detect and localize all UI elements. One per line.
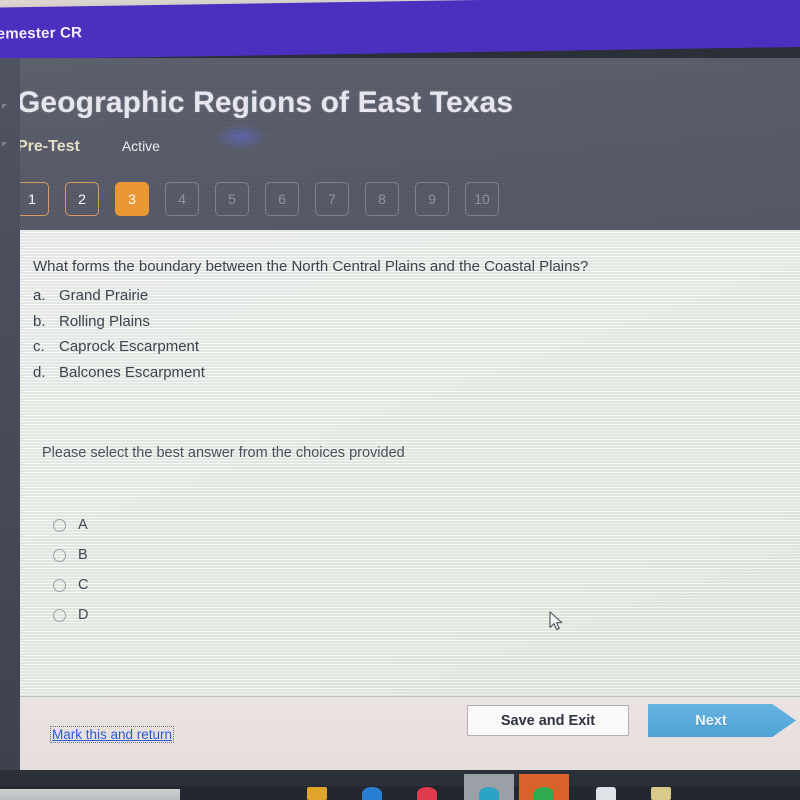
answer-choice-label: D [78, 607, 89, 623]
question-card: What forms the boundary between the Nort… [20, 230, 800, 770]
option-text: Rolling Plains [59, 312, 150, 330]
screen-photo: st Semester CR Geographic Regions of Eas… [0, 0, 800, 800]
answer-choice-A[interactable]: A [53, 510, 88, 540]
answer-choice-C[interactable]: C [53, 570, 88, 600]
taskbar-edge-icon[interactable] [479, 787, 499, 800]
app-bar-title: st Semester CR [0, 23, 83, 43]
action-footer: Mark this and return Save and Exit Next [20, 697, 800, 770]
screen-glare [215, 124, 267, 150]
taskbar-folder-icon[interactable] [307, 787, 327, 800]
next-button[interactable]: Next [648, 704, 796, 737]
taskbar-app-icon[interactable] [362, 787, 382, 800]
radio-button-icon[interactable] [53, 608, 66, 622]
radio-button-icon[interactable] [53, 518, 66, 532]
pager-item-1[interactable]: 1 [15, 182, 49, 216]
gutter-marker-icon [2, 104, 7, 109]
question-option: d. Balcones Escarpment [33, 360, 205, 386]
page-title: Geographic Regions of East Texas [17, 86, 514, 119]
left-gutter [0, 58, 20, 770]
pager-item-10[interactable]: 10 [465, 182, 499, 216]
option-text: Balcones Escarpment [59, 363, 205, 381]
option-letter: a. [33, 287, 46, 304]
option-text: Caprock Escarpment [59, 338, 200, 355]
app-bar: st Semester CR [0, 0, 800, 60]
pager-item-3[interactable]: 3 [115, 182, 149, 216]
taskbar-window-preview[interactable] [0, 789, 180, 800]
assignment-type-label: Pre-Test [17, 138, 80, 155]
taskbar-app-icon[interactable] [651, 787, 671, 800]
pager-item-9[interactable]: 9 [415, 182, 449, 216]
answer-choice-B[interactable]: B [53, 540, 88, 570]
answer-choice-label: C [78, 577, 89, 593]
mark-this-and-return-link[interactable]: Mark this and return [50, 726, 175, 743]
answer-choice-group[interactable]: ABCD [53, 510, 88, 630]
question-pager[interactable]: 1 2 3 4 5 6 7 8 9 10 [15, 182, 499, 216]
option-letter: d. [33, 363, 46, 381]
assignment-header: Geographic Regions of East Texas Pre-Tes… [0, 58, 800, 230]
question-prompt: What forms the boundary between the Nort… [33, 258, 589, 275]
taskbar-app-icon[interactable] [534, 787, 554, 800]
gutter-marker-icon [2, 142, 7, 147]
option-letter: b. [33, 312, 46, 330]
save-and-exit-button[interactable]: Save and Exit [467, 705, 629, 736]
option-text: Grand Prairie [59, 287, 149, 304]
os-taskbar[interactable] [0, 770, 800, 800]
question-option-list: a. Grand Prairie b. Rolling Plains c. Caprock… [33, 283, 205, 385]
taskbar-store-icon[interactable] [596, 787, 616, 800]
option-letter: c. [33, 338, 45, 355]
answer-choice-D[interactable]: D [53, 600, 88, 630]
pager-item-2[interactable]: 2 [65, 182, 99, 216]
taskbar-app-icon[interactable] [417, 787, 437, 800]
answer-instruction: Please select the best answer from the c… [42, 445, 405, 461]
question-option: a. Grand Prairie [33, 283, 205, 309]
pager-item-5[interactable]: 5 [215, 182, 249, 216]
answer-choice-label: A [78, 517, 88, 533]
radio-button-icon[interactable] [53, 578, 66, 592]
assignment-meta: Pre-Test Active [17, 138, 160, 156]
status-badge: Active [121, 138, 160, 154]
pager-item-8[interactable]: 8 [365, 182, 399, 216]
pager-item-7[interactable]: 7 [315, 182, 349, 216]
radio-button-icon[interactable] [53, 548, 66, 562]
question-option: c. Caprock Escarpment [33, 334, 205, 360]
pager-item-4[interactable]: 4 [165, 182, 199, 216]
answer-choice-label: B [78, 547, 88, 563]
pager-item-6[interactable]: 6 [265, 182, 299, 216]
question-option: b. Rolling Plains [33, 309, 205, 335]
